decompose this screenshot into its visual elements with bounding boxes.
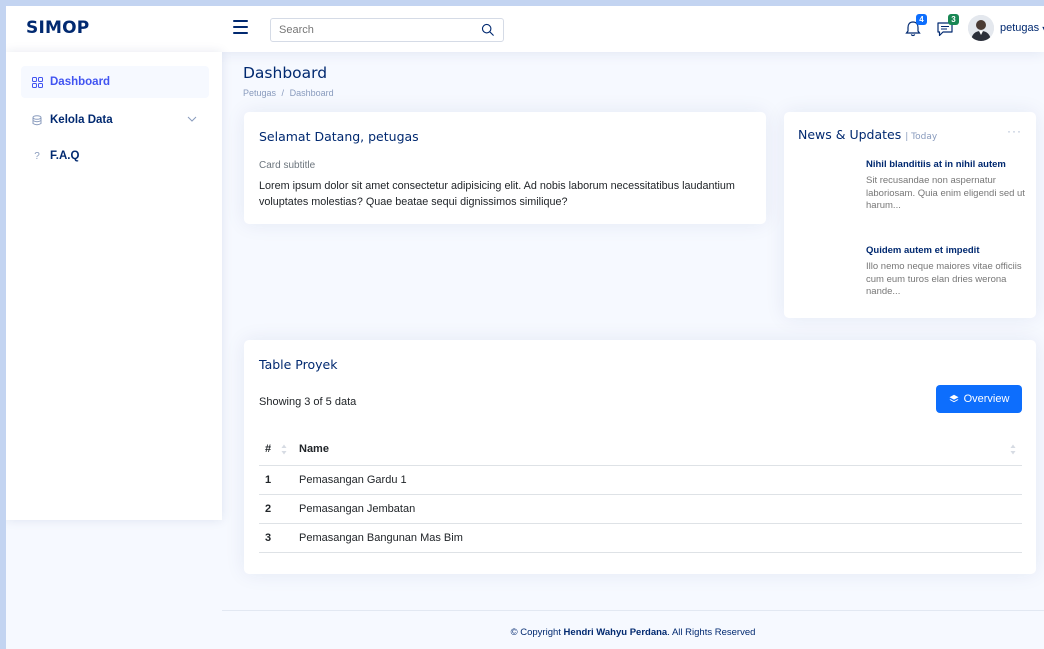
welcome-card-title: Selamat Datang, petugas bbox=[259, 129, 419, 144]
search-icon[interactable] bbox=[481, 23, 495, 37]
sidebar-item-kelola-data[interactable]: Kelola Data bbox=[21, 104, 209, 136]
breadcrumb: Petugas / Dashboard bbox=[243, 88, 334, 98]
footer-divider bbox=[222, 610, 1044, 611]
messages-badge: 3 bbox=[948, 14, 959, 25]
question-icon: ? bbox=[34, 150, 40, 162]
project-table: # Name 1 Pemasangan Gardu 1 2 Pemasangan… bbox=[259, 434, 1022, 553]
showing-count-text: Showing 3 of 5 data bbox=[259, 396, 357, 408]
notifications-badge: 4 bbox=[916, 14, 927, 25]
project-table-card: Table Proyek Showing 3 of 5 data Overvie… bbox=[244, 340, 1036, 574]
profile-dropdown[interactable]: petugas ▾ bbox=[1000, 22, 1044, 34]
sidebar-item-label: Dashboard bbox=[50, 76, 111, 88]
search-input[interactable] bbox=[271, 19, 461, 41]
search-bar bbox=[270, 18, 504, 42]
more-options-icon[interactable]: ··· bbox=[1007, 124, 1022, 138]
news-item: Nihil blanditiis at in nihil autem Sit r… bbox=[866, 159, 1026, 213]
overview-button[interactable]: Overview bbox=[936, 385, 1022, 413]
row-name: Pemasangan Jembatan bbox=[299, 494, 1022, 524]
column-header-number[interactable]: # bbox=[259, 434, 299, 466]
column-header-name[interactable]: Name bbox=[299, 434, 1022, 466]
footer: © Copyright Hendri Wahyu Perdana. All Ri… bbox=[222, 627, 1044, 638]
table-row[interactable]: 2 Pemasangan Jembatan bbox=[259, 494, 1022, 524]
footer-prefix: © Copyright bbox=[510, 627, 564, 638]
project-table-title: Table Proyek bbox=[259, 357, 338, 372]
profile-avatar[interactable] bbox=[968, 15, 994, 41]
news-card-title: News & Updates | Today bbox=[798, 127, 937, 142]
news-item-desc: Illo nemo neque maiores vitae officiis c… bbox=[866, 261, 1022, 297]
sidebar-item-dashboard[interactable]: Dashboard bbox=[21, 66, 209, 98]
sidebar-toggle-button[interactable] bbox=[233, 20, 248, 34]
row-number: 1 bbox=[259, 465, 299, 495]
welcome-card: Selamat Datang, petugas Card subtitle Lo… bbox=[244, 112, 766, 224]
news-item-title[interactable]: Nihil blanditiis at in nihil autem bbox=[866, 159, 1026, 171]
news-item-desc: Sit recusandae non aspernatur laboriosam… bbox=[866, 175, 1025, 211]
sort-icon bbox=[1010, 444, 1016, 455]
profile-name: petugas bbox=[1000, 22, 1040, 34]
breadcrumb-separator: / bbox=[281, 88, 285, 98]
news-title-text: News & Updates bbox=[798, 127, 902, 142]
welcome-card-text: Lorem ipsum dolor sit amet consectetur a… bbox=[259, 180, 735, 208]
news-item-title[interactable]: Quidem autem et impedit bbox=[866, 245, 1026, 257]
overview-button-label: Overview bbox=[963, 393, 1010, 405]
user-avatar-icon bbox=[968, 15, 994, 41]
app-frame: SIMOP 4 3 bbox=[6, 6, 1044, 649]
row-name: Pemasangan Bangunan Mas Bim bbox=[299, 523, 1022, 553]
notifications-button[interactable]: 4 bbox=[903, 14, 927, 41]
top-header: SIMOP 4 3 bbox=[6, 6, 1044, 52]
chevron-down-icon bbox=[187, 116, 197, 122]
news-item: Quidem autem et impedit Illo nemo neque … bbox=[866, 245, 1026, 299]
app-logo[interactable]: SIMOP bbox=[26, 18, 89, 38]
layers-icon bbox=[949, 394, 959, 403]
table-header-row: # Name bbox=[259, 434, 1022, 466]
welcome-card-subtitle: Card subtitle bbox=[259, 160, 316, 171]
grid-icon bbox=[31, 76, 43, 88]
footer-suffix: . All Rights Reserved bbox=[667, 627, 756, 638]
news-card: News & Updates | Today ··· Nihil blandit… bbox=[784, 112, 1036, 318]
sidebar-item-label: F.A.Q bbox=[50, 150, 80, 162]
sidebar: Dashboard Kelola Data ? F.A.Q bbox=[6, 52, 222, 520]
table-row[interactable]: 1 Pemasangan Gardu 1 bbox=[259, 465, 1022, 495]
database-icon bbox=[31, 114, 43, 126]
sort-icon bbox=[281, 444, 287, 455]
sidebar-item-label: Kelola Data bbox=[50, 114, 113, 126]
row-number: 3 bbox=[259, 523, 299, 553]
footer-author: Hendri Wahyu Perdana bbox=[563, 627, 668, 638]
row-name: Pemasangan Gardu 1 bbox=[299, 465, 1022, 495]
sidebar-item-faq[interactable]: ? F.A.Q bbox=[21, 140, 209, 172]
breadcrumb-item-petugas[interactable]: Petugas bbox=[243, 88, 276, 98]
table-row[interactable]: 3 Pemasangan Bangunan Mas Bim bbox=[259, 523, 1022, 553]
breadcrumb-item-dashboard: Dashboard bbox=[289, 88, 334, 98]
row-number: 2 bbox=[259, 494, 299, 524]
news-filter-label: | Today bbox=[905, 132, 938, 142]
messages-button[interactable]: 3 bbox=[935, 14, 959, 41]
page-title: Dashboard bbox=[243, 64, 328, 82]
